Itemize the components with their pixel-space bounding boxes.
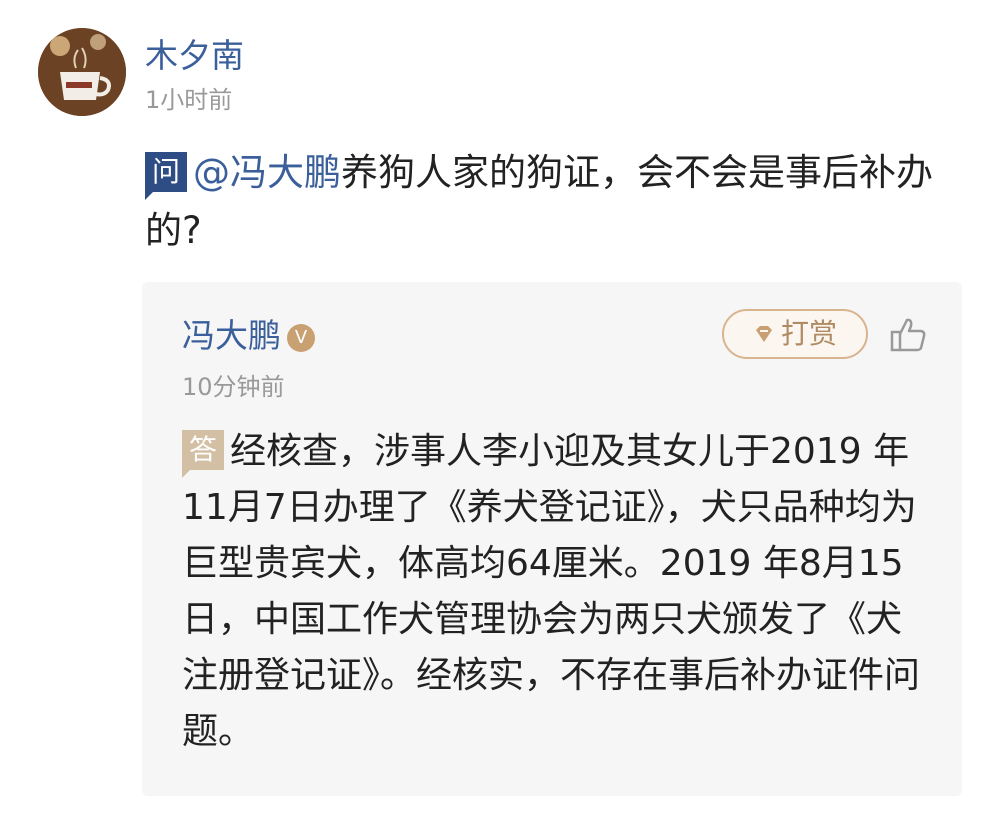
replier-name: 冯大鹏 V (182, 314, 315, 358)
answer-badge: 答 (182, 430, 225, 478)
avatar[interactable] (38, 28, 126, 116)
answer-text: 答经核查，涉事人李小迎及其女儿于2019 年11月7日办理了《养犬登记证》，犬只… (182, 424, 932, 760)
thumbs-up-icon[interactable] (888, 314, 930, 356)
mention-link[interactable]: @冯大鹏 (193, 151, 341, 194)
reply-card: 冯大鹏 V 打赏 10分钟前 答经核查，涉事人李小迎及其女儿于2019 年11月7… (142, 282, 962, 796)
username-link[interactable]: 木夕南 (145, 34, 244, 78)
verified-badge-icon: V (287, 324, 315, 352)
coffee-cup-avatar (38, 28, 126, 116)
question-text: 问 @冯大鹏养狗人家的狗证，会不会是事后补办的? (145, 144, 945, 260)
reward-button[interactable]: 打赏 (722, 309, 868, 359)
answer-body: 经核查，涉事人李小迎及其女儿于2019 年11月7日办理了《养犬登记证》，犬只品… (182, 431, 921, 752)
gem-icon (755, 326, 772, 342)
question-badge: 问 (145, 152, 188, 200)
post-timestamp: 1小时前 (145, 86, 233, 114)
reply-timestamp: 10分钟前 (182, 373, 285, 401)
replier-name-link[interactable]: 冯大鹏 (182, 316, 281, 355)
reward-label: 打赏 (780, 317, 837, 350)
